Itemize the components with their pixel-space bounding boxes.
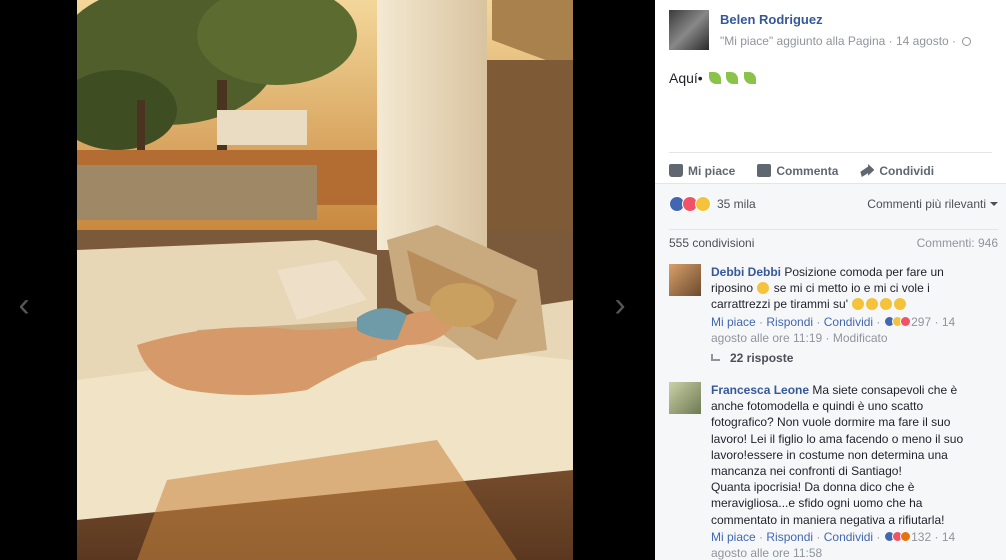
meta-separator: · bbox=[888, 34, 893, 48]
laughing-emoji-icon bbox=[894, 298, 907, 311]
reactions-row: 35 mila Commenti più rilevanti bbox=[669, 194, 998, 214]
comment-sort-label: Commenti più rilevanti bbox=[867, 197, 986, 211]
view-replies-link[interactable]: 22 risposte bbox=[711, 351, 998, 365]
comment-reply-link[interactable]: Rispondi bbox=[766, 530, 813, 544]
comment-share-link[interactable]: Condividi bbox=[824, 315, 873, 329]
angry-reaction-icon bbox=[899, 530, 911, 542]
comment-text-line: anche fotomodella e quindi è uno scatto bbox=[711, 399, 924, 414]
comment-actions: Mi piace · Rispondi · Condividi · 132 · … bbox=[711, 529, 956, 560]
laughing-emoji-icon bbox=[880, 298, 893, 311]
comment-date-part[interactable]: agosto alle ore 11:19 bbox=[711, 331, 822, 345]
like-label: Mi piace bbox=[688, 163, 736, 178]
like-button[interactable]: Mi piace bbox=[669, 159, 735, 182]
post-author-name[interactable]: Belen Rodriguez bbox=[720, 12, 823, 27]
shares-count[interactable]: 555 condivisioni bbox=[669, 236, 754, 253]
comment-text-line: commentato in maniera negativa a rifiuta… bbox=[711, 512, 945, 527]
love-reaction-icon bbox=[899, 315, 911, 327]
reactions-count[interactable]: 35 mila bbox=[717, 197, 756, 211]
comment-item: Debbi Debbi Posizione comoda per fare un… bbox=[669, 264, 998, 365]
comment-text-line: lavoro!essere in costume non determina u… bbox=[711, 447, 948, 462]
shares-row: 555 condivisioni Commenti: 946 bbox=[669, 229, 998, 253]
comment-date-part[interactable]: · 14 bbox=[934, 530, 955, 544]
comment-date-part[interactable]: agosto alle ore 11:58 bbox=[711, 546, 822, 560]
comments-count: Commenti: 946 bbox=[916, 236, 998, 250]
comment-reaction-count[interactable]: 132 bbox=[911, 530, 931, 544]
grinning-emoji-icon bbox=[757, 282, 770, 295]
commenter-avatar[interactable] bbox=[669, 382, 701, 414]
wow-reaction-icon[interactable] bbox=[695, 196, 711, 212]
photo-illustration bbox=[77, 0, 573, 560]
meta-separator-2: · bbox=[952, 34, 957, 48]
comment-share-link[interactable]: Condividi bbox=[824, 530, 873, 544]
comment-text-line: mancanza nei confronti di Santiago! bbox=[711, 464, 902, 479]
wink-emoji-icon bbox=[852, 298, 865, 311]
comment-text-line: Quanta ipocrisia! Da donna dico che è bbox=[711, 480, 915, 495]
comment-reply-link[interactable]: Rispondi bbox=[766, 315, 813, 329]
comment-text-line: Ma siete consapevoli che è bbox=[812, 383, 958, 397]
page-like-note: "Mi piace" aggiunto alla Pagina bbox=[720, 34, 886, 48]
comment-text-line: se mi ci metto io e mi ci vole i bbox=[773, 281, 930, 296]
comment-actions: Mi piace · Rispondi · Condividi · 297 · … bbox=[711, 314, 956, 345]
comment-body: Francesca Leone Ma siete consapevoli che… bbox=[711, 382, 998, 560]
comment-like-link[interactable]: Mi piace bbox=[711, 530, 756, 544]
commenter-name[interactable]: Francesca Leone bbox=[711, 383, 809, 397]
post-date[interactable]: 14 agosto bbox=[896, 34, 949, 48]
share-arrow-icon bbox=[860, 164, 875, 177]
share-label: Condividi bbox=[879, 163, 935, 178]
comment-date-part[interactable]: · 14 bbox=[934, 315, 955, 329]
comment-bubble-icon bbox=[757, 164, 772, 177]
commenter-avatar[interactable] bbox=[669, 264, 701, 296]
comment-text-line: lavoro! Lei il figlio lo ama facendo o m… bbox=[711, 431, 964, 446]
replies-count: 22 risposte bbox=[730, 350, 794, 365]
comment-text-line: carrattrezzi pe tirammi su' bbox=[711, 297, 848, 312]
comment-text-line: Posizione comoda per fare un bbox=[784, 265, 944, 279]
previous-photo-arrow-icon[interactable]: ‹ bbox=[12, 285, 36, 325]
post-text: Aquí• bbox=[669, 70, 757, 86]
leaf-emoji-icon bbox=[726, 72, 739, 84]
comment-item: Francesca Leone Ma siete consapevoli che… bbox=[669, 382, 998, 560]
reactions-and-comments: 35 mila Commenti più rilevanti 555 condi… bbox=[655, 183, 1006, 560]
comment-label: Commenta bbox=[776, 163, 839, 178]
post-side-panel: Belen Rodriguez "Mi piace" aggiunto alla… bbox=[655, 0, 1006, 560]
post-photo[interactable] bbox=[77, 0, 573, 560]
laughing-emoji-icon bbox=[866, 298, 879, 311]
comment-sort-dropdown[interactable]: Commenti più rilevanti bbox=[867, 197, 998, 211]
commenter-name[interactable]: Debbi Debbi bbox=[711, 265, 781, 279]
post-caption: Aquí• bbox=[669, 70, 703, 86]
comment-text-line: fotografico? Non vuole dormire ma fare i… bbox=[711, 415, 951, 430]
thumbs-up-icon bbox=[669, 164, 683, 177]
next-photo-arrow-icon[interactable]: › bbox=[608, 285, 632, 325]
comment-reaction-count[interactable]: 297 bbox=[911, 315, 931, 329]
comment-like-link[interactable]: Mi piace bbox=[711, 315, 756, 329]
comment-edited-label[interactable]: Modificato bbox=[833, 331, 888, 345]
leaf-emoji-icon bbox=[744, 72, 757, 84]
comment-body: Debbi Debbi Posizione comoda per fare un… bbox=[711, 264, 998, 346]
globe-icon[interactable] bbox=[962, 37, 972, 46]
share-button[interactable]: Condividi bbox=[860, 159, 934, 182]
comment-button[interactable]: Commenta bbox=[757, 159, 838, 182]
comment-text-line: riposino bbox=[711, 281, 754, 296]
leaf-emoji-icon bbox=[708, 72, 721, 84]
post-meta: "Mi piace" aggiunto alla Pagina · 14 ago… bbox=[720, 34, 972, 48]
photo-viewer: ‹ › bbox=[0, 0, 655, 560]
author-avatar[interactable] bbox=[669, 10, 709, 50]
reply-arrow-icon bbox=[711, 353, 720, 361]
post-actions: Mi piace Commenta Condividi bbox=[669, 152, 992, 182]
chevron-down-icon bbox=[990, 202, 998, 210]
post-header: Belen Rodriguez "Mi piace" aggiunto alla… bbox=[669, 10, 992, 54]
comment-text-line: meravigliosa...e sfido ogni uomo che ha bbox=[711, 496, 923, 511]
